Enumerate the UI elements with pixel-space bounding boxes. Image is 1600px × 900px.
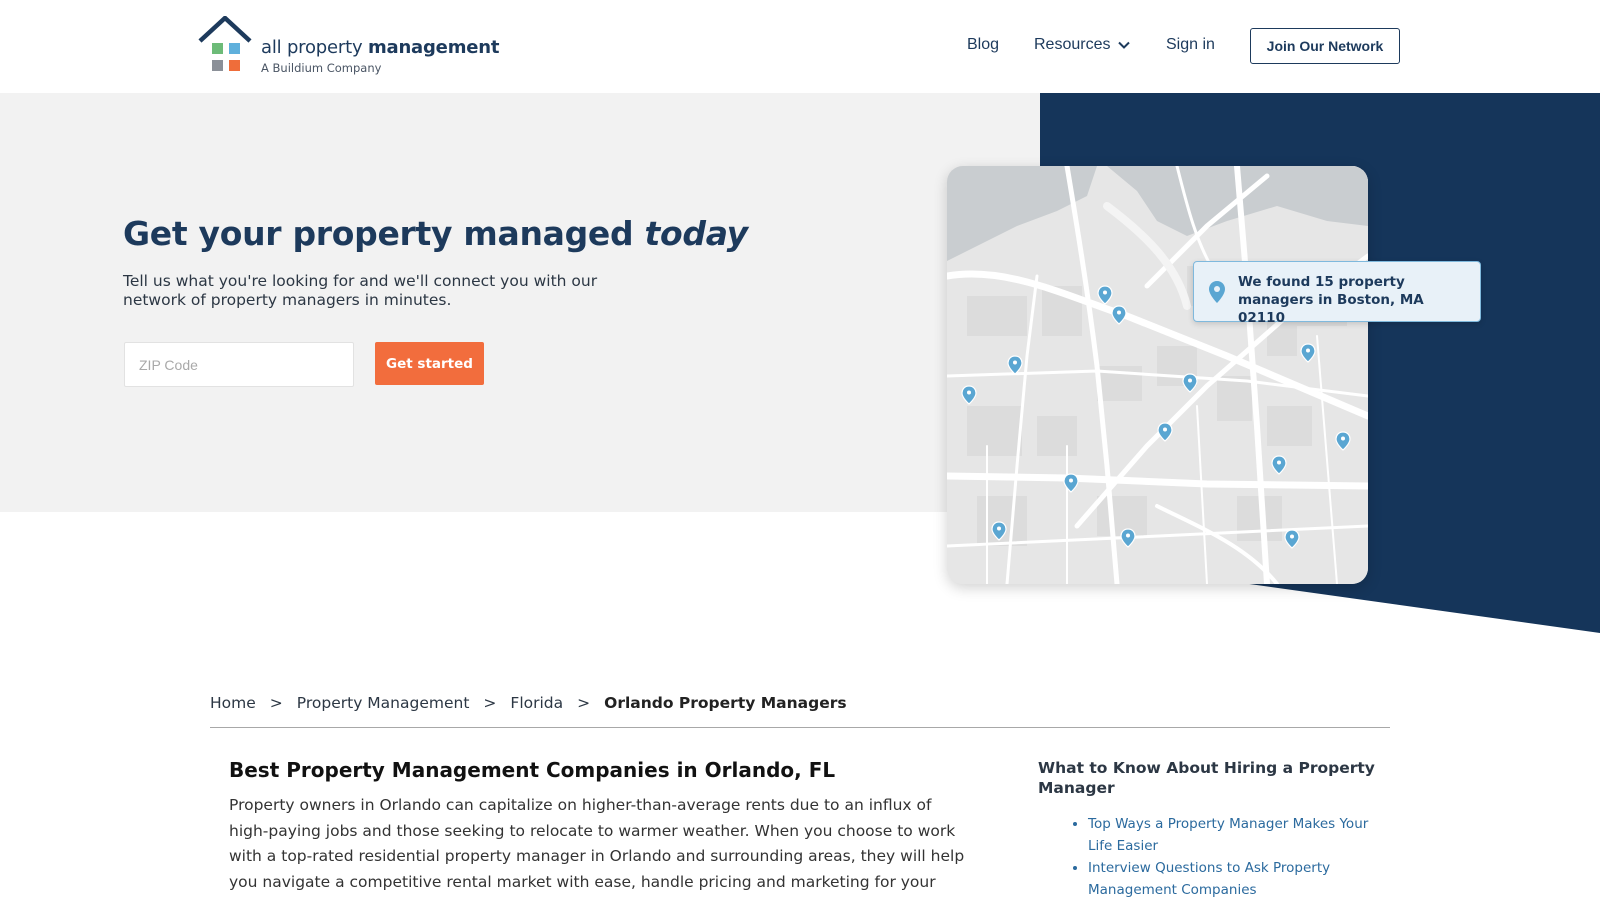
nav-resources-menu[interactable]: Resources bbox=[1034, 36, 1131, 54]
intro-paragraph: Property owners in Orlando can capitaliz… bbox=[229, 796, 965, 900]
breadcrumb: Home > Property Management > Florida > O… bbox=[210, 694, 1390, 728]
page-title: Best Property Management Companies in Or… bbox=[229, 758, 836, 782]
breadcrumb-home[interactable]: Home bbox=[210, 694, 256, 712]
get-started-button[interactable]: Get started bbox=[375, 342, 484, 385]
map-results-text: We found 15 property managers in Boston,… bbox=[1238, 274, 1424, 326]
sidebar-link-top-ways[interactable]: Top Ways a Property Manager Makes Your L… bbox=[1088, 816, 1368, 854]
hero-map bbox=[947, 166, 1368, 584]
map-pin-icon bbox=[1209, 281, 1225, 303]
sidebar-link-interview-questions[interactable]: Interview Questions to Ask Property Mana… bbox=[1088, 860, 1330, 898]
hero-title: Get your property managed today bbox=[123, 214, 748, 253]
sidebar-title: What to Know About Hiring a Property Man… bbox=[1038, 759, 1375, 797]
site-header: all property management A Buildium Compa… bbox=[0, 0, 1600, 93]
house-logo-icon bbox=[198, 16, 252, 71]
logo-wordmark: all property management bbox=[261, 37, 500, 58]
list-item: Interview Questions to Ask Property Mana… bbox=[1088, 857, 1378, 900]
nav-blog-link[interactable]: Blog bbox=[967, 36, 999, 54]
list-item: Top Ways a Property Manager Makes Your L… bbox=[1088, 813, 1378, 857]
breadcrumb-current: Orlando Property Managers bbox=[604, 694, 847, 712]
street-map bbox=[947, 166, 1368, 584]
breadcrumb-property-management[interactable]: Property Management bbox=[297, 694, 470, 712]
sidebar-link-list: Top Ways a Property Manager Makes Your L… bbox=[1068, 813, 1378, 900]
chevron-down-icon bbox=[1118, 41, 1131, 49]
hero-title-emphasis: today bbox=[644, 214, 749, 253]
join-network-button[interactable]: Join Our Network bbox=[1250, 28, 1400, 64]
map-results-callout: We found 15 property managers in Boston,… bbox=[1193, 261, 1481, 326]
hero-subtitle: Tell us what you're looking for and we'l… bbox=[123, 272, 598, 309]
breadcrumb-separator: > bbox=[269, 694, 283, 712]
nav-resources-label: Resources bbox=[1034, 36, 1111, 53]
breadcrumb-florida[interactable]: Florida bbox=[510, 694, 563, 712]
breadcrumb-separator: > bbox=[483, 694, 497, 712]
nav-sign-in-link[interactable]: Sign in bbox=[1166, 36, 1215, 54]
site-logo[interactable]: all property management A Buildium Compa… bbox=[198, 16, 500, 78]
logo-tagline: A Buildium Company bbox=[261, 61, 382, 75]
breadcrumb-separator: > bbox=[577, 694, 591, 712]
zip-code-input[interactable] bbox=[124, 342, 354, 387]
